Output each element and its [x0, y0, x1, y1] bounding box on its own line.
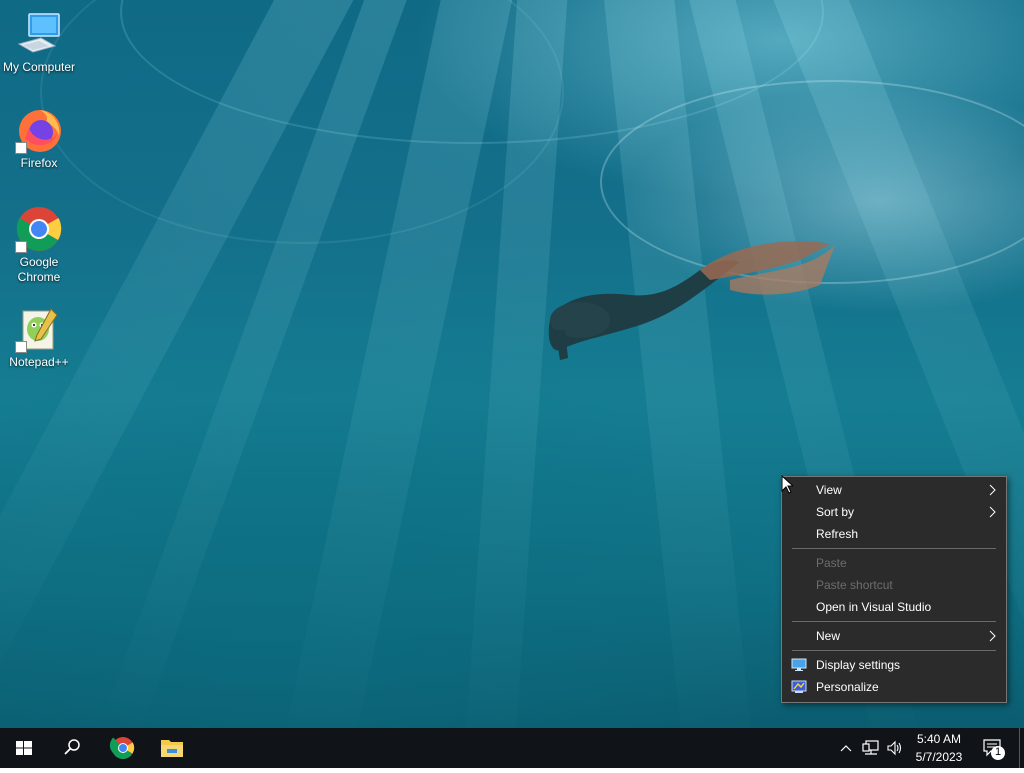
show-desktop-button[interactable]: [1019, 728, 1024, 768]
display-settings-icon: [791, 658, 807, 671]
menu-item-personalize[interactable]: Personalize: [782, 676, 1006, 698]
menu-item-label: Sort by: [816, 505, 855, 519]
chrome-icon: [15, 205, 63, 253]
chrome-icon: [109, 737, 135, 759]
menu-item-label: New: [816, 629, 841, 643]
firefox-icon: [15, 106, 63, 154]
menu-separator: [792, 548, 996, 549]
menu-item-label: Paste: [816, 556, 847, 570]
menu-item-label: View: [816, 483, 842, 497]
menu-item-open-in-visual-studio[interactable]: Open in Visual Studio: [782, 596, 1006, 618]
chevron-up-icon[interactable]: [839, 741, 853, 755]
clock-time: 5:40 AM: [916, 732, 962, 746]
network-icon[interactable]: [862, 740, 880, 756]
menu-item-refresh[interactable]: Refresh: [782, 523, 1006, 545]
volume-icon[interactable]: [886, 740, 904, 756]
my-computer-icon: [15, 10, 63, 58]
personalize-icon: [791, 680, 807, 693]
menu-item-sort-by[interactable]: Sort by: [782, 501, 1006, 523]
desktop-icon-label: Firefox: [20, 156, 58, 170]
menu-item-display-settings[interactable]: Display settings: [782, 654, 1006, 676]
desktop-icon-notepad-plus-plus[interactable]: Notepad++: [0, 305, 78, 370]
shortcut-arrow-icon: [15, 341, 27, 353]
notification-center-button[interactable]: 1: [978, 728, 1018, 768]
desktop-icon-label: My Computer: [2, 60, 76, 74]
menu-item-paste-shortcut: Paste shortcut: [782, 574, 1006, 596]
desktop-icon-firefox[interactable]: Firefox: [0, 106, 78, 171]
taskbar-chrome-button[interactable]: [99, 728, 147, 768]
shortcut-arrow-icon: [15, 142, 27, 154]
menu-item-view[interactable]: View: [782, 479, 1006, 501]
menu-item-label: Personalize: [816, 680, 879, 694]
desktop-icon-google-chrome[interactable]: Google Chrome: [0, 205, 78, 285]
menu-item-label: Refresh: [816, 527, 859, 541]
desktop-icon-label: Notepad++: [9, 355, 69, 369]
menu-separator: [792, 621, 996, 622]
shortcut-arrow-icon: [15, 241, 27, 253]
file-explorer-icon: [161, 740, 183, 757]
menu-item-paste: Paste: [782, 552, 1006, 574]
chevron-right-icon: [989, 630, 996, 642]
clock-date: 5/7/2023: [915, 750, 963, 764]
search-icon: [64, 739, 80, 755]
chevron-right-icon: [989, 484, 996, 496]
chevron-right-icon: [989, 506, 996, 518]
notepad-plus-plus-icon: [15, 305, 63, 353]
notification-count-badge: 1: [994, 746, 1002, 758]
water-surface-wave: [40, 0, 564, 244]
menu-item-label: Open in Visual Studio: [816, 600, 932, 614]
diver-silhouette: [548, 241, 835, 360]
windows-start-icon: [16, 741, 32, 755]
desktop-context-menu: View Sort by Refresh Paste Paste shortcu…: [781, 476, 1007, 703]
mouse-cursor-icon: [781, 475, 793, 494]
menu-item-new[interactable]: New: [782, 625, 1006, 647]
tray-clock[interactable]: 5:40 AM 5/7/2023: [904, 731, 974, 767]
search-button[interactable]: [48, 728, 96, 768]
menu-separator: [792, 650, 996, 651]
desktop-icon-label: Google Chrome: [17, 255, 61, 284]
taskbar-file-explorer-button[interactable]: [148, 728, 196, 768]
menu-item-label: Paste shortcut: [816, 578, 893, 592]
taskbar: 5:40 AM 5/7/2023 1: [0, 728, 1024, 768]
menu-item-label: Display settings: [816, 658, 901, 672]
desktop-icon-my-computer[interactable]: My Computer: [0, 10, 78, 75]
start-button[interactable]: [0, 728, 48, 768]
